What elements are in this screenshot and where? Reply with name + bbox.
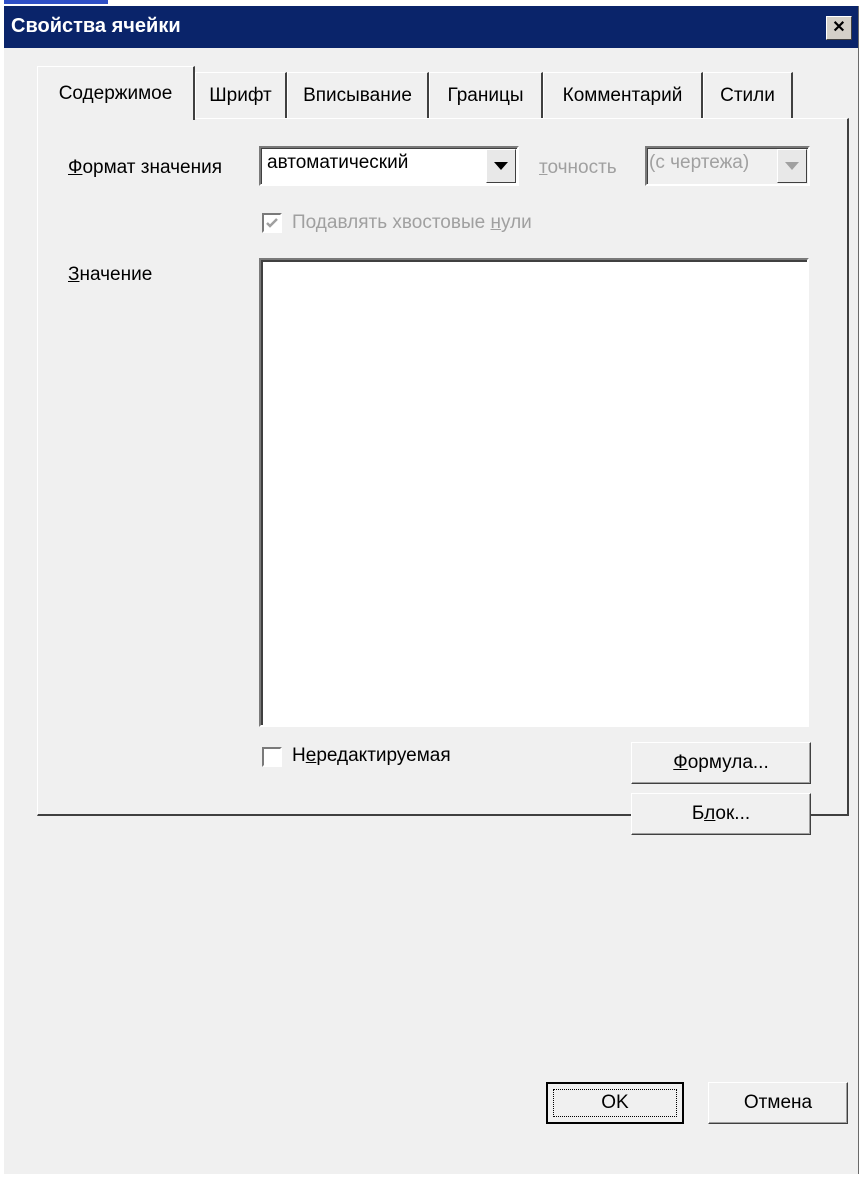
tab-borders[interactable]: Границы xyxy=(429,72,543,118)
tab-label: Стили xyxy=(720,84,775,106)
chevron-down-icon xyxy=(494,162,508,170)
tab-content[interactable]: Содержимое xyxy=(37,66,195,120)
checkmark-icon xyxy=(266,218,278,228)
tab-comment[interactable]: Комментарий xyxy=(543,72,703,118)
value-textarea[interactable] xyxy=(259,258,809,727)
tab-label: Шрифт xyxy=(209,84,272,106)
focus-rect xyxy=(553,1089,677,1117)
window-title: Свойства ячейки xyxy=(11,15,181,37)
precision-dropdown-button[interactable] xyxy=(777,149,807,183)
tab-label: Комментарий xyxy=(562,84,683,106)
formula-button[interactable]: Формула... xyxy=(631,742,811,784)
block-button-label: Блок... xyxy=(691,803,751,824)
ok-button[interactable]: OK xyxy=(546,1082,684,1124)
readonly-checkbox[interactable] xyxy=(262,747,282,767)
format-dropdown-button[interactable] xyxy=(486,149,516,183)
precision-selected-value: (с чертежа) xyxy=(649,152,750,173)
chevron-down-icon xyxy=(785,162,799,170)
suppress-zeros-checkbox[interactable] xyxy=(262,213,282,233)
format-select[interactable]: автоматический xyxy=(259,146,519,186)
cancel-button-label: Отмена xyxy=(743,1092,813,1113)
tab-label: Вписывание xyxy=(303,84,412,106)
precision-select[interactable]: (с чертежа) xyxy=(645,146,810,186)
value-label: Значение xyxy=(68,264,153,285)
precision-label: точность xyxy=(539,157,617,178)
tab-label: Содержимое xyxy=(58,82,173,104)
readonly-label: Нередактируемая xyxy=(292,745,451,766)
tab-font[interactable]: Шрифт xyxy=(195,72,287,118)
close-icon: ✕ xyxy=(832,19,846,36)
block-button[interactable]: Блок... xyxy=(631,793,811,835)
cancel-button[interactable]: Отмена xyxy=(708,1082,848,1124)
tab-fitting[interactable]: Вписывание xyxy=(287,72,429,118)
background-link-strip xyxy=(4,0,108,4)
format-selected-value: автоматический xyxy=(267,152,409,173)
suppress-zeros-label: Подавлять хвостовые нули xyxy=(292,212,532,233)
format-label: Формат значения xyxy=(68,157,222,178)
tab-label: Границы xyxy=(447,84,524,106)
formula-button-label: Формула... xyxy=(673,752,769,773)
close-button[interactable]: ✕ xyxy=(826,16,852,40)
tab-styles[interactable]: Стили xyxy=(703,72,793,118)
